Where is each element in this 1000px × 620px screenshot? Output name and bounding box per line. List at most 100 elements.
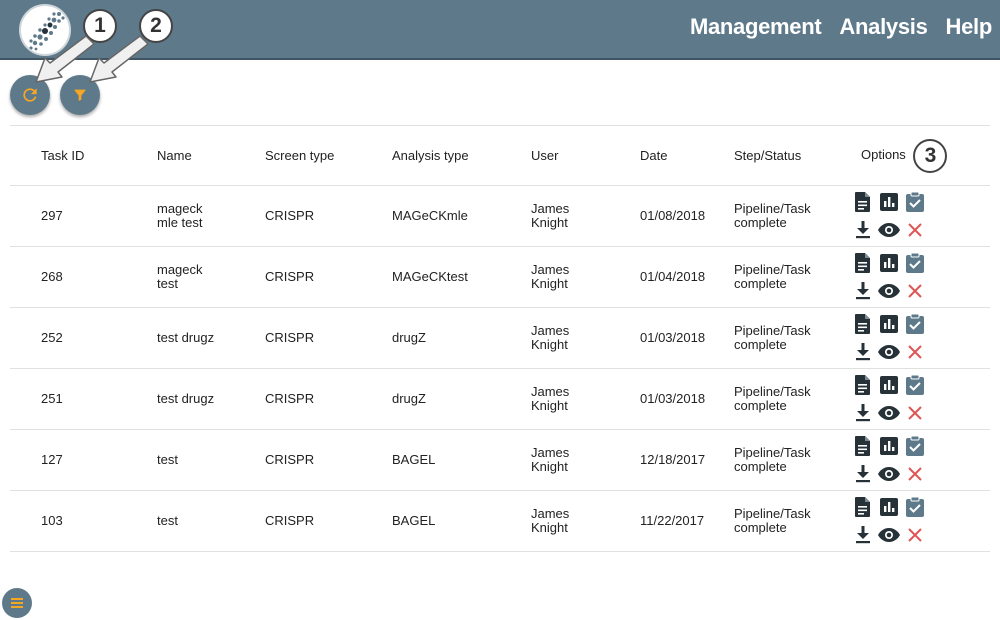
- header-task-id[interactable]: Task ID: [10, 125, 117, 186]
- eye-icon: [878, 528, 900, 542]
- user-cell-text: James Knight: [531, 506, 570, 535]
- menu-icon: [11, 598, 23, 608]
- date-cell: 01/03/2018: [598, 368, 716, 430]
- report-button[interactable]: [851, 373, 875, 397]
- table-body: 297 mageck mle test CRISPR MAGeCKmle James K…: [10, 185, 990, 552]
- user-cell: James Knight: [498, 490, 598, 552]
- name-cell-text: test drugz: [157, 330, 215, 345]
- screen-type-cell: CRISPR: [238, 307, 365, 369]
- header-name[interactable]: Name: [117, 125, 238, 186]
- options-cell: [851, 246, 990, 308]
- report-button[interactable]: [851, 190, 875, 214]
- delete-button[interactable]: [903, 462, 927, 486]
- download-button[interactable]: [851, 340, 875, 364]
- results-button[interactable]: [903, 312, 927, 336]
- eye-icon: [878, 345, 900, 359]
- chart-button[interactable]: [877, 251, 901, 275]
- download-button[interactable]: [851, 462, 875, 486]
- table-row[interactable]: 103 test CRISPR BAGEL James Knight 11/22/2017…: [10, 490, 990, 552]
- table-row[interactable]: 297 mageck mle test CRISPR MAGeCKmle James K…: [10, 185, 990, 247]
- task-id-cell: 103: [10, 490, 117, 552]
- download-button[interactable]: [851, 523, 875, 547]
- table-row[interactable]: 251 test drugz CRISPR drugZ James Knight 01/0…: [10, 368, 990, 430]
- table-row[interactable]: 268 mageck test CRISPR MAGeCKtest James Knig…: [10, 246, 990, 308]
- download-button[interactable]: [851, 218, 875, 242]
- report-button[interactable]: [851, 312, 875, 336]
- nav-analysis[interactable]: Analysis: [839, 14, 927, 40]
- report-button[interactable]: [851, 251, 875, 275]
- table-row[interactable]: 127 test CRISPR BAGEL James Knight 12/18/2017…: [10, 429, 990, 491]
- options-group: [851, 434, 990, 486]
- report-button[interactable]: [851, 434, 875, 458]
- results-button[interactable]: [903, 251, 927, 275]
- chart-button[interactable]: [877, 434, 901, 458]
- clipboard-check-icon: [906, 375, 924, 395]
- delete-button[interactable]: [903, 401, 927, 425]
- results-button[interactable]: [903, 190, 927, 214]
- table-header-row: Task ID Name Screen type Analysis type U…: [10, 125, 990, 186]
- close-icon: [908, 467, 922, 481]
- analysis-type-cell-text: MAGeCKtest: [392, 269, 468, 284]
- task-id-cell: 127: [10, 429, 117, 491]
- header-analysis-type[interactable]: Analysis type: [365, 125, 498, 186]
- filter-button[interactable]: [60, 75, 100, 115]
- header-user[interactable]: User: [498, 125, 598, 186]
- view-button[interactable]: [877, 523, 901, 547]
- clipboard-check-icon: [906, 253, 924, 273]
- results-button[interactable]: [903, 434, 927, 458]
- header-date[interactable]: Date: [598, 125, 716, 186]
- refresh-icon: [23, 88, 37, 102]
- options-group: [851, 251, 990, 303]
- name-cell: mageck mle test: [117, 185, 238, 247]
- status-cell-text: Pipeline/Task complete: [734, 201, 811, 230]
- name-cell-text: test: [157, 513, 178, 528]
- user-cell-text: James Knight: [531, 262, 570, 291]
- view-button[interactable]: [877, 401, 901, 425]
- options-group: [851, 312, 990, 364]
- nav-management[interactable]: Management: [690, 14, 822, 40]
- delete-button[interactable]: [903, 279, 927, 303]
- delete-button[interactable]: [903, 340, 927, 364]
- menu-button[interactable]: [2, 588, 32, 618]
- task-id-cell-text: 252: [41, 330, 63, 345]
- status-cell: Pipeline/Task complete: [716, 185, 851, 247]
- view-button[interactable]: [877, 218, 901, 242]
- chart-button[interactable]: [877, 312, 901, 336]
- report-button[interactable]: [851, 495, 875, 519]
- chart-button[interactable]: [877, 495, 901, 519]
- callout-badge-3: 3: [913, 138, 948, 173]
- results-button[interactable]: [903, 373, 927, 397]
- refresh-button[interactable]: [10, 75, 50, 115]
- download-button[interactable]: [851, 279, 875, 303]
- bar-chart-icon: [880, 376, 898, 394]
- analysis-type-cell-text: drugZ: [392, 330, 426, 345]
- callout-badge-2: 2: [139, 9, 173, 43]
- eye-icon: [878, 223, 900, 237]
- delete-button[interactable]: [903, 523, 927, 547]
- app-logo[interactable]: [19, 4, 71, 56]
- name-cell: mageck test: [117, 246, 238, 308]
- view-button[interactable]: [877, 462, 901, 486]
- header-status[interactable]: Step/Status: [716, 125, 851, 186]
- bar-chart-icon: [880, 437, 898, 455]
- status-cell: Pipeline/Task complete: [716, 368, 851, 430]
- view-button[interactable]: [877, 340, 901, 364]
- user-cell-text: James Knight: [531, 323, 570, 352]
- user-cell-text: James Knight: [531, 384, 570, 413]
- screen-type-cell-text: CRISPR: [265, 208, 315, 223]
- chart-button[interactable]: [877, 190, 901, 214]
- user-cell: James Knight: [498, 185, 598, 247]
- view-button[interactable]: [877, 279, 901, 303]
- bar-chart-icon: [880, 254, 898, 272]
- delete-button[interactable]: [903, 218, 927, 242]
- close-icon: [908, 345, 922, 359]
- nav-help[interactable]: Help: [946, 14, 993, 40]
- user-cell: James Knight: [498, 307, 598, 369]
- status-cell-text: Pipeline/Task complete: [734, 384, 811, 413]
- header-screen-type[interactable]: Screen type: [238, 125, 365, 186]
- results-button[interactable]: [903, 495, 927, 519]
- analysis-type-cell: MAGeCKtest: [365, 246, 498, 308]
- chart-button[interactable]: [877, 373, 901, 397]
- download-button[interactable]: [851, 401, 875, 425]
- table-row[interactable]: 252 test drugz CRISPR drugZ James Knight 01/0…: [10, 307, 990, 369]
